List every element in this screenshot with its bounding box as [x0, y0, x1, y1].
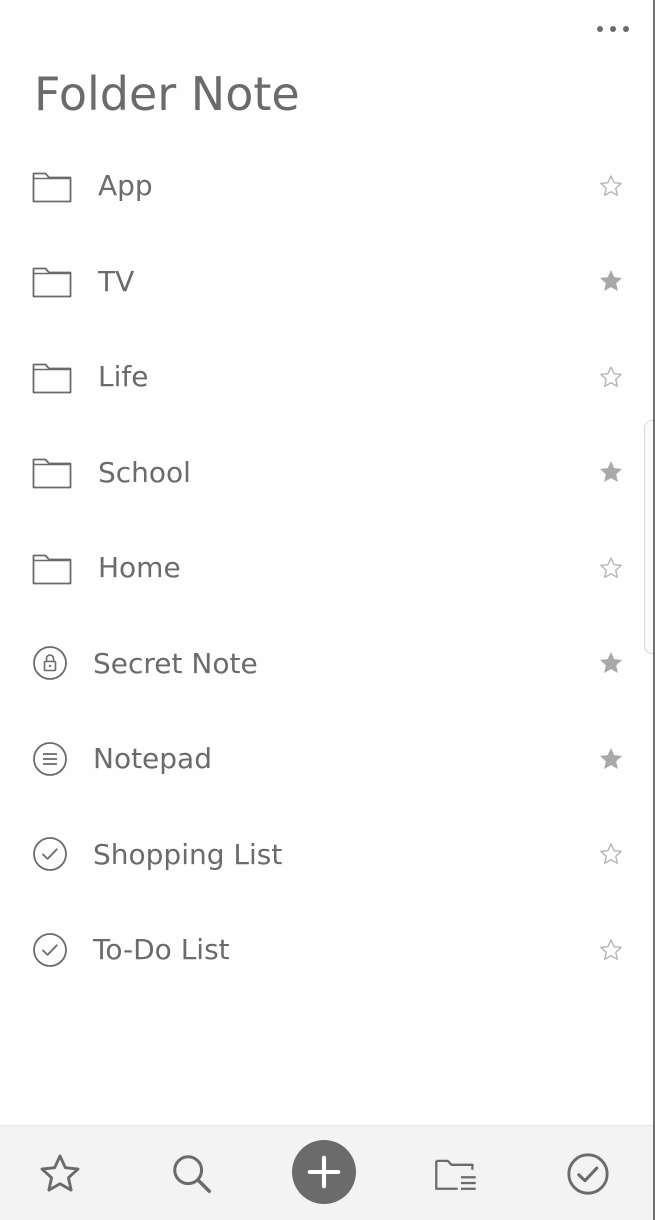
folder-icon [32, 455, 72, 489]
list-item[interactable]: Shopping List [0, 807, 653, 903]
folder-list: App TV Life School Home Secret Note Notepad Sho… [0, 138, 653, 998]
star-outline-icon[interactable] [597, 172, 625, 200]
list-item[interactable]: Notepad [0, 711, 653, 807]
folder-icon [32, 264, 72, 298]
list-item[interactable]: TV [0, 234, 653, 330]
list-item[interactable]: App [0, 138, 653, 234]
list-item-label: Shopping List [93, 837, 283, 871]
page-title: Folder Note [34, 67, 300, 121]
add-button[interactable] [292, 1140, 356, 1204]
star-icon [40, 1154, 80, 1192]
notepad-icon [32, 741, 68, 777]
list-item-label: Life [98, 360, 149, 394]
lock-icon [32, 645, 68, 681]
more-horizontal-icon [597, 26, 629, 32]
list-item[interactable]: To-Do List [0, 902, 653, 998]
star-outline-icon[interactable] [597, 363, 625, 391]
favorites-button[interactable] [36, 1150, 84, 1198]
star-outline-icon[interactable] [597, 936, 625, 964]
list-item[interactable]: School [0, 425, 653, 521]
folder-icon [32, 169, 72, 203]
plus-icon [307, 1155, 341, 1189]
checklist-icon [32, 932, 68, 968]
checklist-icon [32, 836, 68, 872]
list-item-label: Secret Note [93, 646, 258, 680]
star-outline-icon[interactable] [597, 840, 625, 868]
star-filled-icon[interactable] [597, 745, 625, 773]
more-options-button[interactable] [591, 14, 635, 44]
folder-list-icon [435, 1159, 476, 1190]
search-icon [173, 1155, 211, 1193]
search-button[interactable] [168, 1150, 216, 1198]
list-item[interactable]: Life [0, 329, 653, 425]
list-item-label: School [98, 455, 191, 489]
list-item-label: Notepad [93, 742, 212, 776]
bottom-navigation-bar [0, 1125, 653, 1220]
checklists-button[interactable] [564, 1150, 612, 1198]
star-filled-icon[interactable] [597, 458, 625, 486]
star-filled-icon[interactable] [597, 267, 625, 295]
list-item[interactable]: Secret Note [0, 616, 653, 712]
list-item-label: TV [98, 264, 135, 298]
folder-icon [32, 551, 72, 585]
list-item-label: Home [98, 551, 181, 585]
star-outline-icon[interactable] [597, 554, 625, 582]
list-item-label: App [98, 169, 153, 203]
folders-button[interactable] [432, 1150, 480, 1198]
list-item[interactable]: Home [0, 520, 653, 616]
folder-icon [32, 360, 72, 394]
check-circle-icon [567, 1153, 609, 1195]
star-filled-icon[interactable] [597, 649, 625, 677]
list-item-label: To-Do List [93, 933, 230, 967]
